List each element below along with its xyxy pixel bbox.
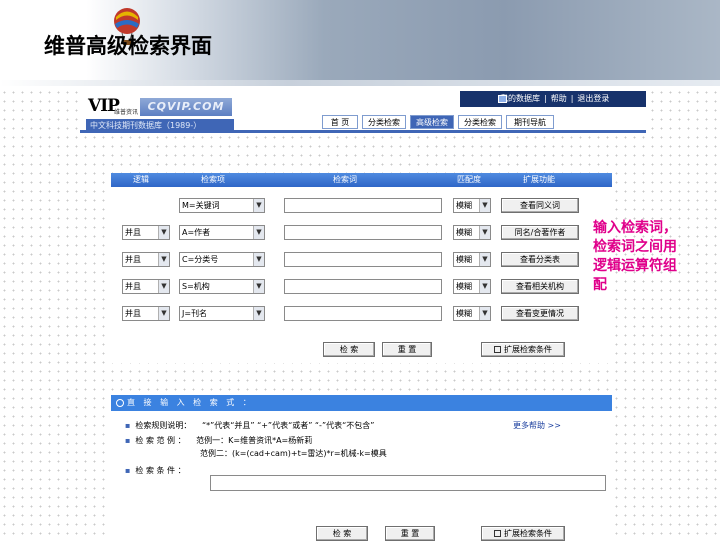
rule-text: “*”代表“并且” “+”代表“或者” “-”代表“不包含” [201,421,375,430]
tab-advanced-search[interactable]: 高级检索 [410,115,454,129]
match-select-2[interactable]: 模糊 ▼ [453,225,491,240]
search-table-header: 逻辑 检索项 检索词 匹配度 扩展功能 [111,173,612,187]
field-select-3[interactable]: C=分类号 ▼ [179,252,265,267]
chevron-down-icon: ▼ [253,280,264,293]
circle-icon [116,399,124,407]
chevron-down-icon: ▼ [158,280,169,293]
term-input-4[interactable] [284,279,442,294]
example-label: 检 索 范 例 ： [135,436,186,445]
journal-change-button[interactable]: 查看变更情况 [501,306,579,321]
direct-search-button[interactable]: 检 索 [316,526,368,541]
chevron-down-icon: ▼ [253,226,264,239]
book-icon [498,95,507,103]
match-select-5[interactable]: 模糊 ▼ [453,306,491,321]
chevron-down-icon: ▼ [253,253,264,266]
term-input-1[interactable] [284,198,442,213]
header-field: 检索项 [201,175,225,184]
condition-row: ▪ 检 索 条 件 ： [125,466,186,475]
tab-journal-nav[interactable]: 期刊导航 [506,115,554,129]
direct-reset-button[interactable]: 重 置 [385,526,435,541]
rule-description: ▪ 检索规则说明： “*”代表“并且” “+”代表“或者” “-”代表“不包含” [125,421,375,430]
tab-category-search-2[interactable]: 分类检索 [458,115,502,129]
condition-input[interactable] [210,475,606,491]
logic-select-5[interactable]: 并且 ▼ [122,306,170,321]
logic-select-4[interactable]: 并且 ▼ [122,279,170,294]
tab-home[interactable]: 首 页 [322,115,358,129]
nav-underline [80,130,646,133]
advanced-search-panel: 逻辑 检索项 检索词 匹配度 扩展功能 M=关键词 ▼ 模糊 ▼ 查看同义词 并且 ▼… [111,173,612,363]
reset-button[interactable]: 重 置 [382,342,432,357]
chevron-down-icon: ▼ [158,226,169,239]
slide-header: 维普高级检索界面 [0,0,720,86]
tab-category-search[interactable]: 分类检索 [362,115,406,129]
header-logic: 逻辑 [133,175,149,184]
classification-button[interactable]: 查看分类表 [501,252,579,267]
logic-select-3[interactable]: 并且 ▼ [122,252,170,267]
field-select-1[interactable]: M=关键词 ▼ [179,198,265,213]
field-select-2[interactable]: A=作者 ▼ [179,225,265,240]
more-help-link[interactable]: 更多帮助 >> [513,420,561,431]
chevron-down-icon: ▼ [158,307,169,320]
expand-conditions-button[interactable]: 扩展检索条件 [481,342,565,357]
header-term: 检索词 [333,175,357,184]
chevron-down-icon: ▼ [479,253,490,266]
slide-title: 维普高级检索界面 [44,33,212,58]
logout-link[interactable]: 退出登录 [577,94,609,103]
top-links: 我的数据库 | 帮助 | 退出登录 [460,91,646,107]
rule-label: 检索规则说明： [135,421,192,430]
match-select-1[interactable]: 模糊 ▼ [453,198,491,213]
example-two: 范例二：(k=(cad+cam)+t=雷达)*r=机械-k=模具 [200,449,387,458]
chevron-down-icon: ▼ [479,199,490,212]
field-select-5[interactable]: J=刊名 ▼ [179,306,265,321]
direct-expand-button[interactable]: 扩展检索条件 [481,526,565,541]
vip-logo[interactable]: VIP 维普资讯 CQVIP.COM [88,96,232,118]
direct-input-header: 直 接 输 入 检 索 式 ： [111,395,612,411]
logo-url: CQVIP.COM [140,98,232,116]
chevron-down-icon: ▼ [253,307,264,320]
search-screenshot: VIP 维普资讯 CQVIP.COM 中文科技期刊数据库（1989-） 我的数据… [0,88,720,541]
term-input-5[interactable] [284,306,442,321]
term-input-2[interactable] [284,225,442,240]
chevron-down-icon: ▼ [158,253,169,266]
help-link[interactable]: 帮助 [551,94,567,103]
header-match: 匹配度 [457,175,481,184]
match-select-4[interactable]: 模糊 ▼ [453,279,491,294]
match-select-3[interactable]: 模糊 ▼ [453,252,491,267]
chevron-down-icon: ▼ [253,199,264,212]
field-select-4[interactable]: S=机构 ▼ [179,279,265,294]
header-extension: 扩展功能 [523,175,555,184]
synonym-button[interactable]: 查看同义词 [501,198,579,213]
coauthor-button[interactable]: 同名/合著作者 [501,225,579,240]
search-button[interactable]: 检 索 [323,342,375,357]
chevron-down-icon: ▼ [479,280,490,293]
example-one: 范例一：K=维普资讯*A=杨新莉 [196,436,313,445]
term-input-3[interactable] [284,252,442,267]
annotation-callout: 输入检索词，检索词之间用逻辑运算符组配 [593,220,677,293]
expand-icon [494,530,501,537]
direct-input-panel: 直 接 输 入 检 索 式 ： ▪ 检索规则说明： “*”代表“并且” “+”代表… [111,395,612,541]
chevron-down-icon: ▼ [479,307,490,320]
logo-subtext: 维普资讯 [114,109,139,116]
example-row: ▪ 检 索 范 例 ： 范例一：K=维普资讯*A=杨新莉 [125,436,313,445]
institution-button[interactable]: 查看相关机构 [501,279,579,294]
logic-select-2[interactable]: 并且 ▼ [122,225,170,240]
condition-label: 检 索 条 件 ： [135,466,186,475]
expand-icon [494,346,501,353]
chevron-down-icon: ▼ [479,226,490,239]
